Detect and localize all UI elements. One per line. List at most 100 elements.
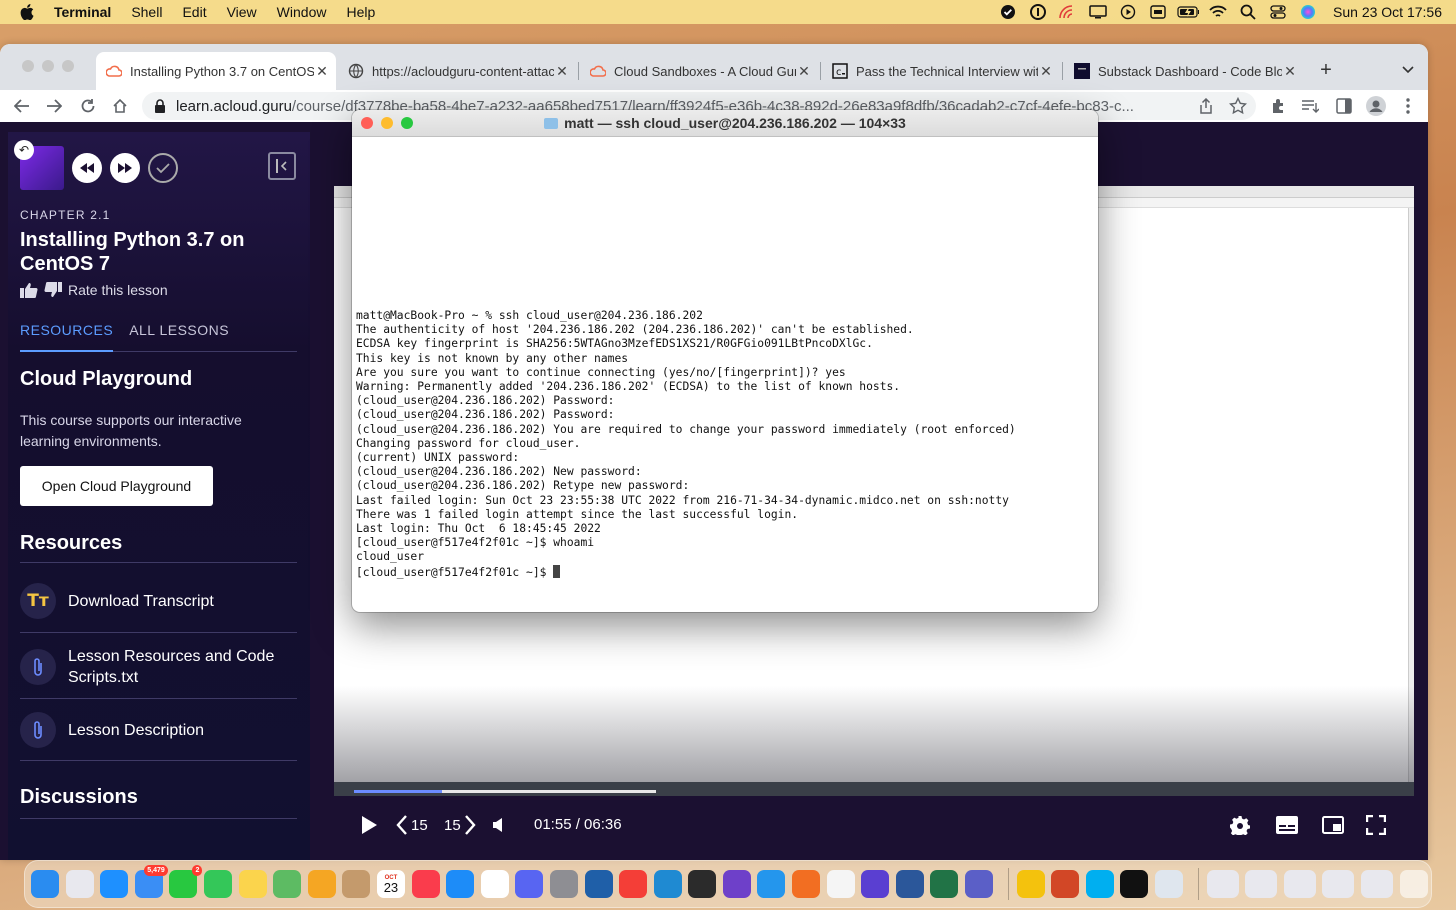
rewind-lesson-button[interactable]	[72, 153, 102, 183]
tab-resources[interactable]: RESOURCES	[20, 322, 114, 352]
volume-icon[interactable]	[492, 814, 506, 836]
dock-chrome-icon[interactable]	[1016, 870, 1045, 898]
forward-arrow-icon[interactable]	[44, 96, 64, 116]
rate-lesson-label[interactable]: Rate this lesson	[68, 282, 168, 298]
tab-installing-python[interactable]: Installing Python 3.7 on CentOS 7 ✕	[96, 52, 336, 90]
tab-all-lessons[interactable]: ALL LESSONS	[129, 322, 229, 352]
menu-window[interactable]: Window	[277, 4, 327, 20]
close-tab-icon[interactable]: ✕	[314, 63, 330, 80]
control-center-icon[interactable]	[1267, 4, 1289, 20]
play-button-icon[interactable]	[358, 814, 380, 836]
video-progress-bar[interactable]	[354, 790, 656, 793]
bookmark-star-icon[interactable]	[1228, 96, 1248, 116]
radio-icon[interactable]	[1057, 4, 1079, 20]
dock-teams-icon[interactable]	[965, 870, 994, 898]
onepassword-icon[interactable]	[1027, 4, 1049, 20]
share-icon[interactable]	[1196, 96, 1216, 116]
tab-cloud-sandboxes[interactable]: Cloud Sandboxes - A Cloud Guru ✕	[580, 52, 818, 90]
play-icon[interactable]	[1117, 4, 1139, 20]
home-icon[interactable]	[110, 96, 130, 116]
dock-trash-icon[interactable]	[1399, 870, 1428, 898]
forward-15-button[interactable]: 15	[444, 814, 476, 836]
menu-kebab-icon[interactable]	[1398, 96, 1418, 116]
dock-music-icon[interactable]	[411, 870, 440, 898]
dock-minimized-window[interactable]	[1206, 870, 1239, 898]
profile-avatar-icon[interactable]	[1366, 96, 1386, 116]
terminal-titlebar[interactable]: matt — ssh cloud_user@204.236.186.202 — …	[352, 110, 1098, 137]
dock-finder-icon[interactable]	[31, 870, 59, 898]
tab-technical-interview[interactable]: c Pass the Technical Interview with ✕	[822, 52, 1060, 90]
lock-icon[interactable]	[154, 99, 168, 113]
dock-minimized-window[interactable]	[1245, 870, 1278, 898]
dock-virtualbox-icon[interactable]	[584, 870, 613, 898]
close-tab-icon[interactable]: ✕	[1282, 63, 1298, 80]
extensions-icon[interactable]	[1268, 96, 1288, 116]
resource-lesson-description[interactable]: Lesson Description	[20, 712, 297, 748]
menubar-clock[interactable]: Sun 23 Oct 17:56	[1333, 4, 1442, 20]
dock-github-desktop-icon[interactable]	[722, 870, 751, 898]
picture-in-picture-icon[interactable]	[1322, 814, 1344, 836]
dock-docker-icon[interactable]	[757, 870, 786, 898]
dock-epic-games-icon[interactable]	[1120, 870, 1149, 898]
dock-minimized-window[interactable]	[1283, 870, 1316, 898]
dock-photos-icon[interactable]	[307, 870, 336, 898]
dock-mail-icon[interactable]: 5,479	[134, 865, 168, 898]
dock-contacts-icon[interactable]	[342, 870, 371, 898]
dock-paw-icon[interactable]	[861, 870, 890, 898]
dock-app-store-icon[interactable]	[446, 870, 475, 898]
search-icon[interactable]	[1237, 4, 1259, 20]
close-tab-icon[interactable]: ✕	[554, 63, 570, 80]
forward-lesson-button[interactable]	[110, 153, 140, 183]
tab-attachment[interactable]: https://acloudguru-content-attachment ✕	[338, 52, 576, 90]
rewind-15-button[interactable]: 15	[396, 814, 428, 836]
dock-slack-icon[interactable]	[480, 870, 509, 898]
menu-app-name[interactable]: Terminal	[54, 4, 111, 20]
tab-substack[interactable]: Substack Dashboard - Code Blog ✕	[1064, 52, 1304, 90]
display-icon[interactable]	[1087, 4, 1109, 20]
mark-complete-check-icon[interactable]	[148, 153, 178, 183]
zoom-window-button[interactable]	[62, 60, 74, 72]
menu-shell[interactable]: Shell	[131, 4, 162, 20]
siri-icon[interactable]	[1297, 4, 1319, 20]
menu-view[interactable]: View	[227, 4, 257, 20]
dock-minimized-window[interactable]	[1322, 870, 1355, 898]
resource-download-transcript[interactable]: Tт Download Transcript	[20, 583, 297, 619]
terminal-output[interactable]: matt@MacBook-Pro ~ % ssh cloud_user@204.…	[356, 309, 1016, 580]
check-icon[interactable]	[997, 4, 1019, 20]
dock-preview-icon[interactable]	[1155, 870, 1183, 898]
dock-sourcetree-icon[interactable]	[792, 870, 821, 898]
dock-excel-icon[interactable]	[930, 870, 959, 898]
dock-system-preferences-icon[interactable]	[549, 870, 578, 898]
dock-messages-icon[interactable]	[203, 870, 232, 898]
dock-discord-icon[interactable]	[515, 870, 544, 898]
new-tab-button[interactable]: +	[1316, 59, 1336, 81]
dock-word-icon[interactable]	[895, 870, 924, 898]
fullscreen-icon[interactable]	[1366, 814, 1386, 836]
dock-skype-icon[interactable]	[1085, 870, 1114, 898]
reload-icon[interactable]	[78, 96, 98, 116]
menu-help[interactable]: Help	[346, 4, 375, 20]
back-icon[interactable]: ↶	[14, 140, 34, 160]
thumbs-down-icon[interactable]	[44, 282, 62, 298]
wifi-icon[interactable]	[1207, 4, 1229, 20]
terminal-window[interactable]: matt — ssh cloud_user@204.236.186.202 — …	[352, 110, 1098, 612]
resource-lesson-scripts[interactable]: Lesson Resources and Code Scripts.txt	[20, 646, 297, 688]
captions-icon[interactable]	[1276, 814, 1298, 836]
dock-powerpoint-icon[interactable]	[1051, 870, 1080, 898]
dock-safari-icon[interactable]	[100, 870, 129, 898]
dock-maps-icon[interactable]	[273, 870, 302, 898]
menu-edit[interactable]: Edit	[182, 4, 206, 20]
close-tab-icon[interactable]: ✕	[796, 63, 812, 80]
reading-list-icon[interactable]	[1300, 96, 1320, 116]
close-tab-icon[interactable]: ✕	[1038, 63, 1054, 80]
minimize-window-button[interactable]	[42, 60, 54, 72]
course-thumbnail[interactable]: ↶	[14, 140, 64, 190]
dock-pocketcasts-icon[interactable]	[619, 870, 648, 898]
dock-notes-icon[interactable]	[238, 870, 267, 898]
dock-minimized-window[interactable]	[1360, 870, 1393, 898]
side-panel-icon[interactable]	[1334, 96, 1354, 116]
dock-terminal-icon[interactable]	[688, 870, 717, 898]
open-cloud-playground-button[interactable]: Open Cloud Playground	[20, 466, 213, 506]
apple-icon[interactable]	[20, 4, 36, 20]
dock-launchpad-icon[interactable]	[65, 870, 94, 898]
